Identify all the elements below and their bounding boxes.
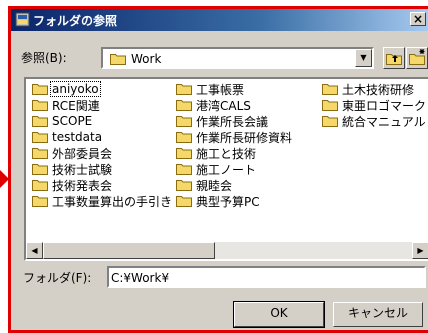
- folder-item-label: testdata: [52, 130, 103, 144]
- folder-item[interactable]: RCE関連: [32, 97, 173, 113]
- dialog-app-icon: [15, 12, 30, 27]
- folder-icon: [110, 54, 126, 65]
- folder-icon: [176, 84, 192, 95]
- folder-icon: [322, 116, 338, 127]
- folder-icon: [322, 100, 338, 111]
- folder-item[interactable]: testdata: [32, 129, 173, 145]
- chevron-down-icon[interactable]: ▼: [355, 49, 372, 67]
- folder-icon: [32, 116, 48, 127]
- folder-item-label: 土木技術研修: [342, 82, 415, 97]
- scroll-thumb[interactable]: [43, 242, 215, 259]
- new-folder-icon: [409, 49, 425, 65]
- folder-item[interactable]: 土木技術研修: [322, 81, 427, 97]
- folder-item[interactable]: 外部委員会: [32, 145, 173, 161]
- folder-column-2: 工事帳票 港湾CALS 作業所長会議 作業所長研修資料 施工と技術 施工ノート 親睦会 典型予…: [176, 81, 293, 209]
- folder-icon: [176, 164, 192, 175]
- folder-icon: [32, 148, 48, 159]
- folder-path-input[interactable]: C:¥Work¥: [107, 266, 426, 288]
- folder-item-label: 施工と技術: [196, 146, 257, 161]
- folder-item[interactable]: 施工と技術: [176, 145, 293, 161]
- folder-item-label: aniyoko: [50, 81, 101, 97]
- folder-icon: [176, 100, 192, 111]
- folder-item[interactable]: 親睦会: [176, 177, 293, 193]
- folder-item[interactable]: 工事数量算出の手引き: [32, 193, 173, 209]
- folder-icon: [32, 132, 48, 143]
- folder-item[interactable]: SCOPE: [32, 113, 173, 129]
- folder-item-label: 工事数量算出の手引き: [52, 194, 173, 209]
- scroll-right-button[interactable]: ▶: [412, 242, 428, 259]
- folder-icon: [176, 196, 192, 207]
- folder-item-label: 作業所長研修資料: [196, 130, 293, 145]
- lookin-value: Work: [131, 52, 162, 66]
- folder-list[interactable]: aniyoko RCE関連 SCOPE testdata 外部委員会 技術士試験 技術発表会…: [24, 77, 428, 261]
- title-bar[interactable]: フォルダの参照 ×: [11, 9, 428, 31]
- folder-item[interactable]: 統合マニュアル: [322, 113, 427, 129]
- up-one-level-button[interactable]: [383, 47, 405, 69]
- folder-item-label: 施工ノート: [196, 162, 257, 177]
- folder-item-label: 典型予算PC: [196, 194, 260, 209]
- folder-icon: [32, 100, 48, 111]
- folder-item[interactable]: 港湾CALS: [176, 97, 293, 113]
- folder-item-label: 親睦会: [196, 178, 233, 193]
- folder-item-label: 東亜ロゴマーク: [342, 98, 427, 113]
- folder-item-label: RCE関連: [52, 98, 100, 113]
- folder-column-3: 土木技術研修 東亜ロゴマーク 統合マニュアル: [322, 81, 427, 129]
- scroll-left-button[interactable]: ◀: [26, 242, 43, 259]
- new-folder-button[interactable]: [406, 47, 428, 69]
- folder-item-label: 技術士試験: [52, 162, 113, 177]
- folder-item[interactable]: 工事帳票: [176, 81, 293, 97]
- folder-item-label: 作業所長会議: [196, 114, 269, 129]
- folder-item-label: 外部委員会: [52, 146, 113, 161]
- horizontal-scrollbar[interactable]: ◀ ▶: [26, 242, 428, 259]
- folder-item-label: 工事帳票: [196, 82, 245, 97]
- folder-icon: [176, 132, 192, 143]
- folder-path-value: C:¥Work¥: [111, 271, 170, 285]
- folder-icon: [32, 196, 48, 207]
- folder-up-icon: [386, 54, 402, 65]
- ok-button[interactable]: OK: [233, 301, 325, 328]
- folder-icon: [322, 84, 338, 95]
- folder-column-1: aniyoko RCE関連 SCOPE testdata 外部委員会 技術士試験 技術発表会…: [32, 81, 173, 209]
- folder-item-label: 統合マニュアル: [342, 114, 426, 129]
- folder-item[interactable]: 典型予算PC: [176, 193, 293, 209]
- folder-icon: [176, 148, 192, 159]
- close-button[interactable]: ×: [410, 12, 426, 26]
- folder-item-label: SCOPE: [52, 114, 93, 128]
- folder-item[interactable]: 作業所長会議: [176, 113, 293, 129]
- lookin-label: 参照(B):: [21, 51, 67, 65]
- folder-item[interactable]: 施工ノート: [176, 161, 293, 177]
- folder-item[interactable]: 東亜ロゴマーク: [322, 97, 427, 113]
- lookin-dropdown[interactable]: Work ▼: [101, 47, 374, 69]
- folder-field-label: フォルダ(F):: [23, 271, 92, 285]
- dialog-title: フォルダの参照: [33, 14, 118, 28]
- folder-item-label: 港湾CALS: [196, 98, 251, 113]
- folder-icon: [176, 180, 192, 191]
- folder-icon: [32, 84, 48, 95]
- folder-item[interactable]: 技術発表会: [32, 177, 173, 193]
- folder-item-label: 技術発表会: [52, 178, 113, 193]
- folder-icon: [176, 116, 192, 127]
- folder-icon: [32, 180, 48, 191]
- browse-folder-dialog: フォルダの参照 × 参照(B): Work ▼ aniyoko RCE関連 SCOP…: [8, 6, 428, 333]
- folder-item[interactable]: 技術士試験: [32, 161, 173, 177]
- cancel-button[interactable]: キャンセル: [333, 302, 423, 327]
- folder-item[interactable]: 作業所長研修資料: [176, 129, 293, 145]
- folder-icon: [32, 164, 48, 175]
- folder-item[interactable]: aniyoko: [32, 81, 173, 97]
